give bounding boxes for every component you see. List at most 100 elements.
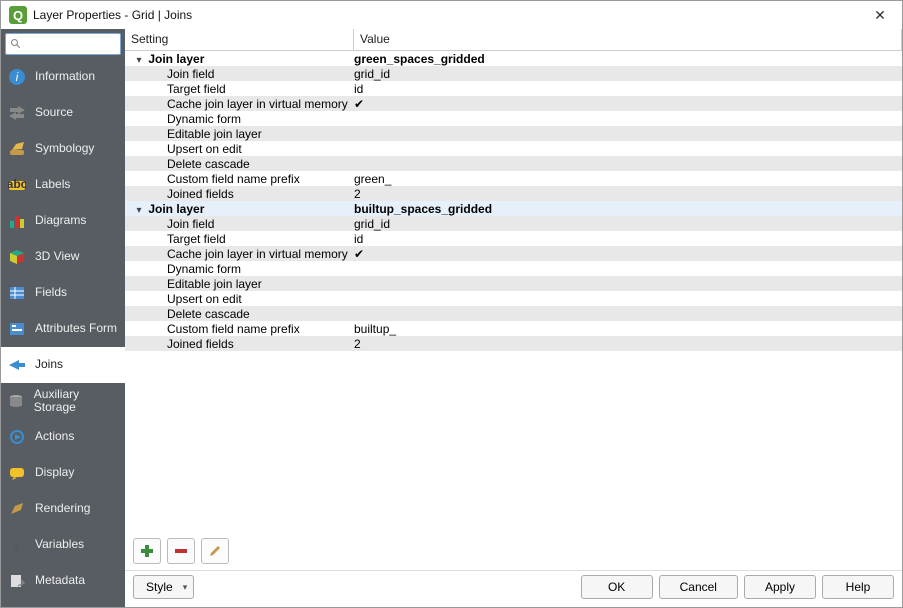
sidebar: iInformation Source Symbology abcLabels … xyxy=(1,29,125,607)
join-property-row[interactable]: Custom field name prefixbuiltup_ xyxy=(125,321,902,336)
property-key: Cache join layer in virtual memory xyxy=(125,97,348,111)
actions-icon xyxy=(7,427,27,447)
add-join-button[interactable] xyxy=(133,538,161,564)
sidebar-item-label: Labels xyxy=(35,178,70,191)
sidebar-item-labels[interactable]: abc Labels xyxy=(1,167,125,203)
join-property-row[interactable]: Joined fields 2 xyxy=(125,186,902,201)
property-key: Custom field name prefix xyxy=(125,172,300,186)
sidebar-item-3dview[interactable]: 3D View xyxy=(1,239,125,275)
sidebar-item-label: Symbology xyxy=(35,142,94,155)
join-property-row[interactable]: Cache join layer in virtual memory ✔ xyxy=(125,96,902,111)
joins-tree[interactable]: ▾ Join layergreen_spaces_griddedJoin fie… xyxy=(125,51,902,532)
property-value: 2 xyxy=(354,337,902,351)
sidebar-item-label: Attributes Form xyxy=(35,322,117,335)
qgis-logo-icon: Q xyxy=(9,6,27,24)
expand-toggle-icon[interactable]: ▾ xyxy=(133,55,145,66)
join-property-row[interactable]: Editable join layer xyxy=(125,126,902,141)
sidebar-item-label: Actions xyxy=(35,430,74,443)
style-menu-button[interactable]: Style▾ xyxy=(133,575,194,599)
sidebar-item-source[interactable]: Source xyxy=(1,95,125,131)
sidebar-item-actions[interactable]: Actions xyxy=(1,419,125,455)
join-property-row[interactable]: Target fieldid xyxy=(125,231,902,246)
rendering-icon xyxy=(7,499,27,519)
sidebar-item-information[interactable]: i Information xyxy=(1,59,125,95)
tree-header: Setting Value xyxy=(125,29,902,51)
titlebar: Q Layer Properties - Grid | Joins ✕ xyxy=(1,1,902,29)
property-value: grid_id xyxy=(354,67,902,81)
property-key: Upsert on edit xyxy=(125,142,242,156)
window-title: Layer Properties - Grid | Joins xyxy=(33,8,866,22)
property-value: ✔ xyxy=(354,97,902,111)
attributes-form-icon xyxy=(7,319,27,339)
join-title: Join layer xyxy=(148,202,204,216)
join-property-row[interactable]: Delete cascade xyxy=(125,156,902,171)
metadata-icon xyxy=(7,571,27,591)
pencil-icon xyxy=(208,544,222,558)
property-key: Joined fields xyxy=(125,187,234,201)
expand-toggle-icon[interactable]: ▾ xyxy=(133,205,145,216)
property-key: Delete cascade xyxy=(125,307,250,321)
svg-text:abc: abc xyxy=(8,177,26,191)
cancel-button[interactable]: Cancel xyxy=(659,575,738,599)
edit-join-button[interactable] xyxy=(201,538,229,564)
property-value: ✔ xyxy=(354,247,902,261)
join-layer-row[interactable]: ▾ Join layer builtup_spaces_gridded xyxy=(125,201,902,216)
sidebar-item-label: Source xyxy=(35,106,73,119)
sidebar-item-joins[interactable]: Joins xyxy=(1,347,125,383)
join-property-row[interactable]: Upsert on edit xyxy=(125,141,902,156)
svg-text:ε: ε xyxy=(14,539,20,553)
sidebar-search-input[interactable] xyxy=(5,33,121,55)
property-value: grid_id xyxy=(354,217,902,231)
join-property-row[interactable]: Join fieldgrid_id xyxy=(125,66,902,81)
svg-text:i: i xyxy=(16,70,19,84)
join-property-row[interactable]: Custom field name prefixgreen_ xyxy=(125,171,902,186)
sidebar-item-label: Fields xyxy=(35,286,67,299)
ok-button[interactable]: OK xyxy=(581,575,653,599)
property-key: Cache join layer in virtual memory xyxy=(125,247,348,261)
close-icon[interactable]: ✕ xyxy=(866,7,894,24)
help-button[interactable]: Help xyxy=(822,575,894,599)
join-property-row[interactable]: Cache join layer in virtual memory ✔ xyxy=(125,246,902,261)
join-property-row[interactable]: Dynamic form xyxy=(125,111,902,126)
sidebar-item-label: Information xyxy=(35,70,95,83)
join-property-row[interactable]: Target fieldid xyxy=(125,81,902,96)
minus-icon xyxy=(174,544,188,558)
property-key: Dynamic form xyxy=(125,112,241,126)
variables-icon: ε xyxy=(7,535,27,555)
join-layer-name: green_spaces_gridded xyxy=(354,52,902,66)
diagrams-icon xyxy=(7,211,27,231)
property-key: Joined fields xyxy=(125,337,234,351)
symbology-icon xyxy=(7,139,27,159)
join-property-row[interactable]: Joined fields 2 xyxy=(125,336,902,351)
sidebar-item-auxiliary-storage[interactable]: Auxiliary Storage xyxy=(1,383,125,419)
labels-icon: abc xyxy=(7,175,27,195)
sidebar-item-symbology[interactable]: Symbology xyxy=(1,131,125,167)
join-title: Join layer xyxy=(148,52,204,66)
sidebar-nav: iInformation Source Symbology abcLabels … xyxy=(1,59,125,607)
join-layer-row[interactable]: ▾ Join layer green_spaces_gridded xyxy=(125,51,902,66)
sidebar-item-variables[interactable]: ε Variables xyxy=(1,527,125,563)
join-property-row[interactable]: Delete cascade xyxy=(125,306,902,321)
join-property-row[interactable]: Join fieldgrid_id xyxy=(125,216,902,231)
remove-join-button[interactable] xyxy=(167,538,195,564)
property-value: 2 xyxy=(354,187,902,201)
join-layer-name: builtup_spaces_gridded xyxy=(354,202,902,216)
sidebar-item-label: Diagrams xyxy=(35,214,86,227)
join-property-row[interactable]: Upsert on edit xyxy=(125,291,902,306)
dialog-footer: Style▾ OK Cancel Apply Help xyxy=(125,570,902,607)
sidebar-item-diagrams[interactable]: Diagrams xyxy=(1,203,125,239)
sidebar-item-label: Variables xyxy=(35,538,84,551)
join-property-row[interactable]: Dynamic form xyxy=(125,261,902,276)
sidebar-item-fields[interactable]: Fields xyxy=(1,275,125,311)
sidebar-item-rendering[interactable]: Rendering xyxy=(1,491,125,527)
sidebar-item-display[interactable]: Display xyxy=(1,455,125,491)
property-key: Delete cascade xyxy=(125,157,250,171)
header-setting[interactable]: Setting xyxy=(125,29,354,50)
property-key: Target field xyxy=(125,232,226,246)
header-value[interactable]: Value xyxy=(354,29,902,50)
sidebar-item-metadata[interactable]: Metadata xyxy=(1,563,125,599)
join-property-row[interactable]: Editable join layer xyxy=(125,276,902,291)
apply-button[interactable]: Apply xyxy=(744,575,816,599)
sidebar-item-attributes-form[interactable]: Attributes Form xyxy=(1,311,125,347)
property-key: Dynamic form xyxy=(125,262,241,276)
